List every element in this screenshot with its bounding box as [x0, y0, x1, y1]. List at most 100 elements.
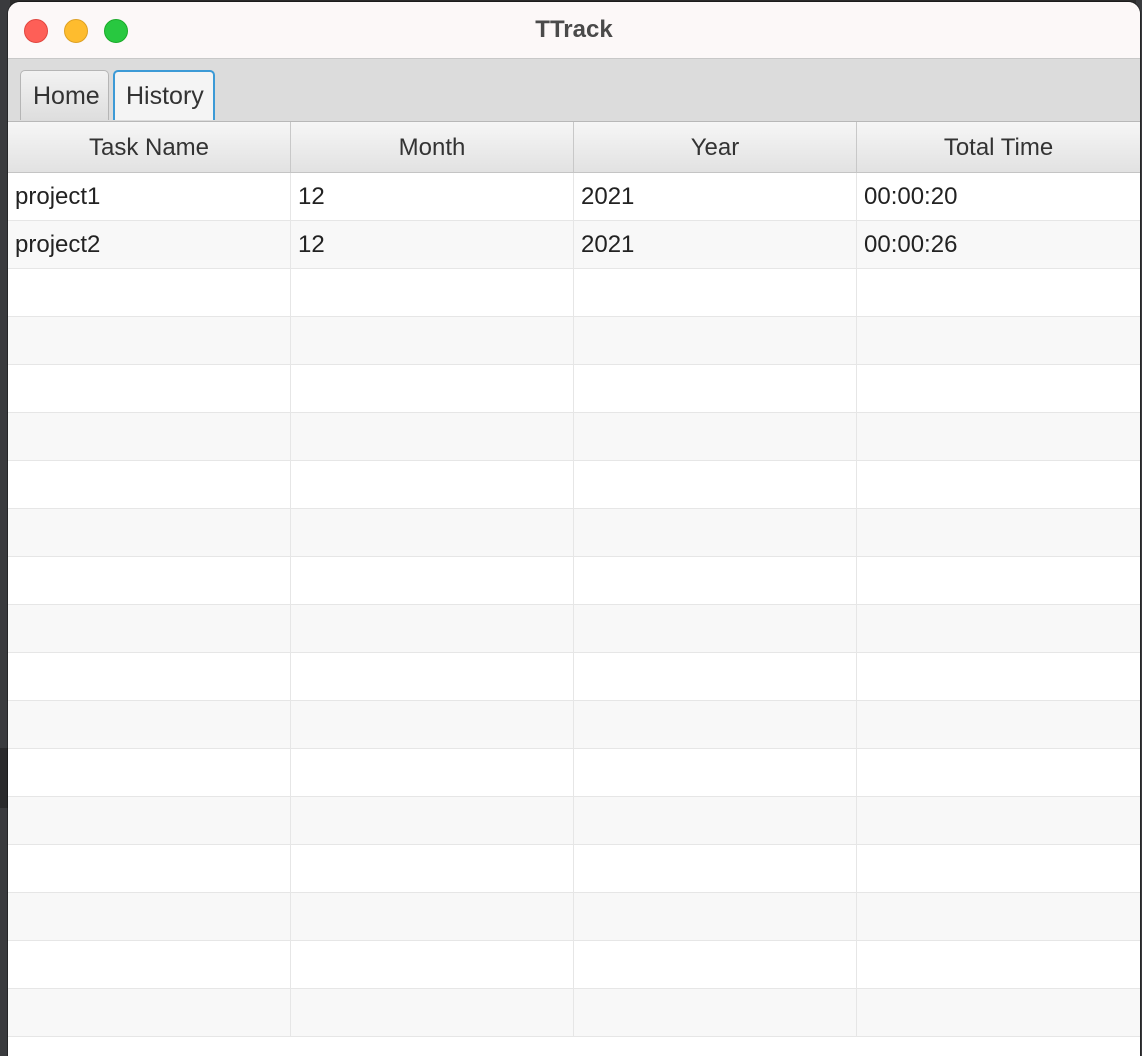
table-cell: [574, 365, 857, 412]
table-cell: 12: [291, 221, 574, 268]
table-cell: [291, 509, 574, 556]
table-cell: [291, 749, 574, 796]
app-window: TTrack Home History Task Name Month Year…: [8, 2, 1140, 1056]
empty-table-row[interactable]: [8, 365, 1140, 413]
empty-table-row[interactable]: [8, 893, 1140, 941]
empty-table-row[interactable]: [8, 797, 1140, 845]
table-cell: [574, 749, 857, 796]
tab-history[interactable]: History: [113, 70, 215, 120]
table-cell: [574, 269, 857, 316]
table-cell: [574, 413, 857, 460]
tab-home[interactable]: Home: [20, 70, 109, 120]
empty-table-row[interactable]: [8, 269, 1140, 317]
table-cell: [574, 845, 857, 892]
table-cell: [574, 701, 857, 748]
table-cell: [8, 845, 291, 892]
table-cell: [291, 701, 574, 748]
tab-bar: Home History: [8, 59, 1140, 122]
table-cell: 12: [291, 173, 574, 220]
table-cell: [857, 269, 1140, 316]
table-cell: [291, 893, 574, 940]
table-cell: [8, 413, 291, 460]
table-cell: [291, 797, 574, 844]
table-cell: [291, 413, 574, 460]
table-cell: [857, 845, 1140, 892]
column-header-task-name[interactable]: Task Name: [8, 122, 291, 172]
table-cell: [857, 317, 1140, 364]
empty-table-row[interactable]: [8, 749, 1140, 797]
table-cell: [857, 509, 1140, 556]
empty-table-row[interactable]: [8, 605, 1140, 653]
empty-table-row[interactable]: [8, 317, 1140, 365]
table-cell: [574, 509, 857, 556]
table-cell: [291, 317, 574, 364]
table-cell: [8, 749, 291, 796]
history-table[interactable]: Task Name Month Year Total Time project1…: [8, 122, 1140, 1056]
table-cell: [291, 365, 574, 412]
table-cell: [291, 845, 574, 892]
table-cell: [857, 365, 1140, 412]
table-cell: [8, 701, 291, 748]
empty-table-row[interactable]: [8, 509, 1140, 557]
table-cell: [8, 509, 291, 556]
table-cell: [8, 269, 291, 316]
table-cell: 2021: [574, 221, 857, 268]
table-cell: 00:00:26: [864, 231, 958, 258]
column-header-year[interactable]: Year: [574, 122, 857, 172]
table-cell: [574, 461, 857, 508]
table-header: Task Name Month Year Total Time: [8, 122, 1140, 173]
table-cell: [291, 653, 574, 700]
table-cell: [8, 797, 291, 844]
table-cell: [574, 317, 857, 364]
table-cell: [291, 989, 574, 1036]
table-cell: [857, 653, 1140, 700]
table-cell: [574, 797, 857, 844]
table-cell: [8, 941, 291, 988]
table-cell: project2: [8, 221, 291, 268]
empty-table-row[interactable]: [8, 413, 1140, 461]
table-cell: [8, 557, 291, 604]
table-cell: [8, 317, 291, 364]
empty-table-row[interactable]: [8, 461, 1140, 509]
table-cell: [857, 989, 1140, 1036]
table-cell: [291, 269, 574, 316]
column-header-month[interactable]: Month: [291, 122, 574, 172]
empty-table-row[interactable]: [8, 845, 1140, 893]
table-cell: 2021: [574, 173, 857, 220]
table-cell: [8, 653, 291, 700]
table-row[interactable]: project1 12 2021 00:00:20: [8, 173, 1140, 221]
empty-table-row[interactable]: [8, 989, 1140, 1037]
table-cell: [857, 701, 1140, 748]
table-cell: 00:00:20: [864, 183, 958, 210]
table-cell: [8, 365, 291, 412]
table-cell: [857, 749, 1140, 796]
table-cell: [291, 557, 574, 604]
table-cell: [857, 893, 1140, 940]
table-cell: [857, 797, 1140, 844]
table-cell: [857, 461, 1140, 508]
empty-table-row[interactable]: [8, 941, 1140, 989]
empty-table-row[interactable]: [8, 653, 1140, 701]
table-cell: project1: [8, 173, 291, 220]
table-cell: [857, 413, 1140, 460]
table-cell: [8, 989, 291, 1036]
column-header-total-time[interactable]: Total Time: [857, 122, 1140, 172]
title-bar[interactable]: TTrack: [8, 2, 1140, 59]
table-cell: [857, 605, 1140, 652]
table-cell: [291, 941, 574, 988]
table-cell: [8, 605, 291, 652]
table-cell: [291, 605, 574, 652]
table-cell: [574, 653, 857, 700]
table-cell: [574, 893, 857, 940]
window-title: TTrack: [535, 16, 613, 43]
table-cell: [291, 461, 574, 508]
empty-table-row[interactable]: [8, 557, 1140, 605]
table-cell: [8, 461, 291, 508]
table-cell: [574, 941, 857, 988]
empty-table-row[interactable]: [8, 701, 1140, 749]
table-row[interactable]: project2 12 2021 00:00:26: [8, 221, 1140, 269]
table-cell: [857, 557, 1140, 604]
table-cell: [8, 893, 291, 940]
table-cell: [574, 605, 857, 652]
table-cell: [857, 941, 1140, 988]
